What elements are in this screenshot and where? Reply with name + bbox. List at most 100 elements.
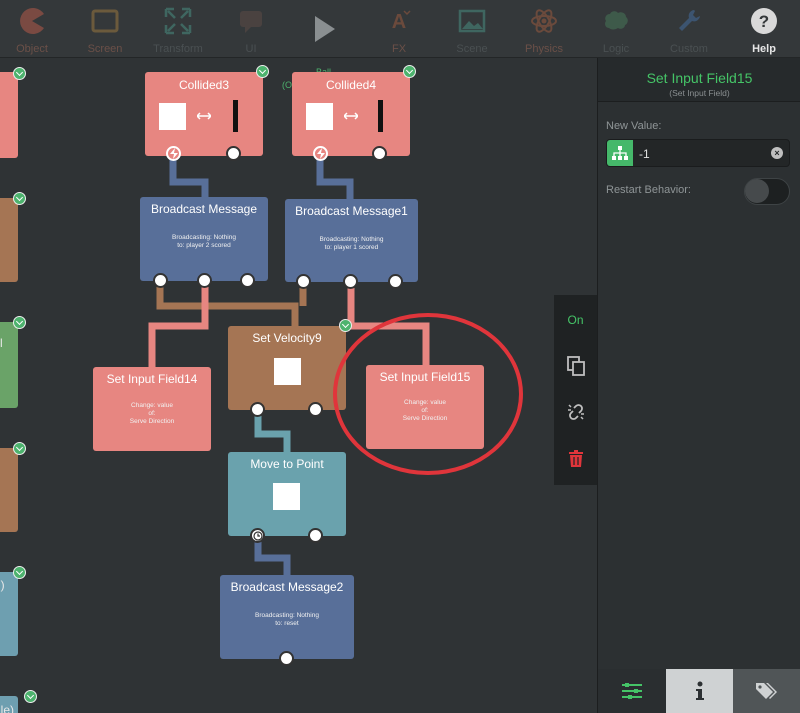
download-badge[interactable] xyxy=(24,690,37,703)
wire-collided4-bm1 xyxy=(316,158,354,201)
highlight-circle xyxy=(333,313,523,475)
node-title: Broadcast Message1 xyxy=(295,204,408,218)
toolbar-screen[interactable]: Screen xyxy=(73,0,137,58)
object-thumbnail xyxy=(274,358,301,385)
paddle-thumbnail xyxy=(378,100,383,132)
restart-behavior-toggle[interactable] xyxy=(744,178,790,205)
clear-icon[interactable]: × xyxy=(771,147,783,159)
toolbar: Object Screen Transform UI A FX Scene Ph… xyxy=(0,0,800,58)
toolbar-logic[interactable]: Logic xyxy=(584,0,648,58)
toolbar-transform[interactable]: Transform xyxy=(146,0,210,58)
output-port[interactable] xyxy=(153,273,168,288)
atom-icon xyxy=(531,9,557,33)
inspector-tabs xyxy=(598,669,800,713)
inspector-subtitle: (Set Input Field) xyxy=(669,88,730,98)
toolbar-play[interactable] xyxy=(292,0,356,58)
node-broadcast-message2[interactable]: Broadcast Message2 Broadcasting: Nothing… xyxy=(220,575,354,659)
edge-node-5[interactable]: l) xyxy=(0,572,18,656)
svg-text:A: A xyxy=(392,11,406,33)
download-badge[interactable] xyxy=(13,67,26,80)
download-badge[interactable] xyxy=(13,192,26,205)
toolbar-ui[interactable]: UI xyxy=(219,0,283,58)
help-icon: ? xyxy=(751,8,777,34)
edge-node-4[interactable] xyxy=(0,448,18,532)
tab-properties[interactable] xyxy=(598,669,666,713)
edge-node-5-label: l) xyxy=(0,578,5,592)
toolbar-transform-label: Transform xyxy=(153,43,203,55)
wire-bm-sv xyxy=(156,282,299,328)
lightning-port[interactable] xyxy=(166,146,181,161)
clock-icon xyxy=(253,531,263,541)
brain-icon xyxy=(605,11,628,30)
output-port[interactable] xyxy=(279,651,294,666)
output-port[interactable] xyxy=(388,274,403,289)
inspector-header: Set Input Field15 (Set Input Field) xyxy=(598,58,800,102)
edge-node-1[interactable] xyxy=(0,72,18,158)
node-collided4[interactable]: Collided4 xyxy=(292,72,410,156)
tab-info[interactable] xyxy=(666,669,733,713)
output-port[interactable] xyxy=(308,528,323,543)
toolbar-logic-label: Logic xyxy=(602,43,630,55)
toolbar-physics[interactable]: Physics xyxy=(512,0,576,58)
output-port[interactable] xyxy=(372,146,387,161)
download-badge[interactable] xyxy=(13,316,26,329)
toolbar-object[interactable]: Object xyxy=(0,0,64,58)
toolbar-scene[interactable]: Scene xyxy=(440,0,504,58)
object-thumbnail xyxy=(273,483,300,510)
node-detail: to: reset xyxy=(275,620,299,627)
svg-text:?: ? xyxy=(759,12,769,31)
copy-icon[interactable] xyxy=(566,355,586,377)
node-title: Collided3 xyxy=(178,78,230,92)
output-port[interactable] xyxy=(308,402,323,417)
new-value-field[interactable]: -1 × xyxy=(606,139,790,167)
node-title: Broadcast Message2 xyxy=(230,580,344,594)
node-broadcast-message[interactable]: Broadcast Message Broadcasting: Nothing … xyxy=(140,197,268,281)
tab-tags[interactable] xyxy=(733,669,800,713)
node-title: Set Input Field14 xyxy=(106,372,198,386)
output-port[interactable] xyxy=(343,274,358,289)
edge-node-3-label: l xyxy=(0,336,3,350)
lightning-port[interactable] xyxy=(313,146,328,161)
node-move-to-point[interactable]: Move to Point xyxy=(228,452,346,536)
behavior-canvas[interactable]: l l) lle) Ball (Ob Collided3 Collided4 B… xyxy=(0,58,597,713)
toolbar-help-label: Help xyxy=(752,43,776,55)
wrench-icon xyxy=(679,10,700,31)
clock-port[interactable] xyxy=(250,528,265,543)
inspector-title: Set Input Field15 xyxy=(646,70,753,86)
node-title: Broadcast Message xyxy=(150,202,258,216)
toolbar-custom[interactable]: Custom xyxy=(657,0,721,58)
node-collided3[interactable]: Collided3 xyxy=(145,72,263,156)
toolbar-custom-label: Custom xyxy=(670,43,708,55)
download-badge[interactable] xyxy=(13,566,26,579)
wire-sv-mtp xyxy=(254,410,291,453)
download-badge[interactable] xyxy=(256,65,269,78)
output-port[interactable] xyxy=(250,402,265,417)
unlink-icon[interactable] xyxy=(566,402,586,422)
output-port[interactable] xyxy=(197,273,212,288)
inspector-panel: Set Input Field15 (Set Input Field) New … xyxy=(597,58,800,713)
on-toggle[interactable]: On xyxy=(554,313,597,327)
object-thumbnail xyxy=(306,103,333,130)
output-port[interactable] xyxy=(296,274,311,289)
toolbar-screen-label: Screen xyxy=(87,43,123,55)
node-set-velocity9[interactable]: Set Velocity9 xyxy=(228,326,346,410)
download-badge[interactable] xyxy=(339,319,352,332)
trash-icon[interactable] xyxy=(566,449,586,469)
sliders-icon xyxy=(622,683,642,699)
node-broadcast-message1[interactable]: Broadcast Message1 Broadcasting: Nothing… xyxy=(285,199,418,282)
new-value-text[interactable]: -1 xyxy=(639,147,650,161)
toolbar-help[interactable]: ? Help xyxy=(732,0,796,58)
toolbar-fx[interactable]: A FX xyxy=(367,0,431,58)
edge-node-3[interactable]: l xyxy=(0,322,18,408)
output-port[interactable] xyxy=(240,273,255,288)
edge-node-6[interactable]: lle) xyxy=(0,696,18,713)
hierarchy-icon[interactable] xyxy=(607,140,633,166)
node-title: Move to Point xyxy=(250,457,324,471)
output-port[interactable] xyxy=(226,146,241,161)
collision-arrows-icon xyxy=(344,112,358,120)
download-badge[interactable] xyxy=(403,65,416,78)
edge-node-2[interactable] xyxy=(0,198,18,282)
node-set-input-field14[interactable]: Set Input Field14 Change: value of: Serv… xyxy=(93,367,211,451)
restart-behavior-label: Restart Behavior: xyxy=(606,184,691,196)
download-badge[interactable] xyxy=(13,442,26,455)
